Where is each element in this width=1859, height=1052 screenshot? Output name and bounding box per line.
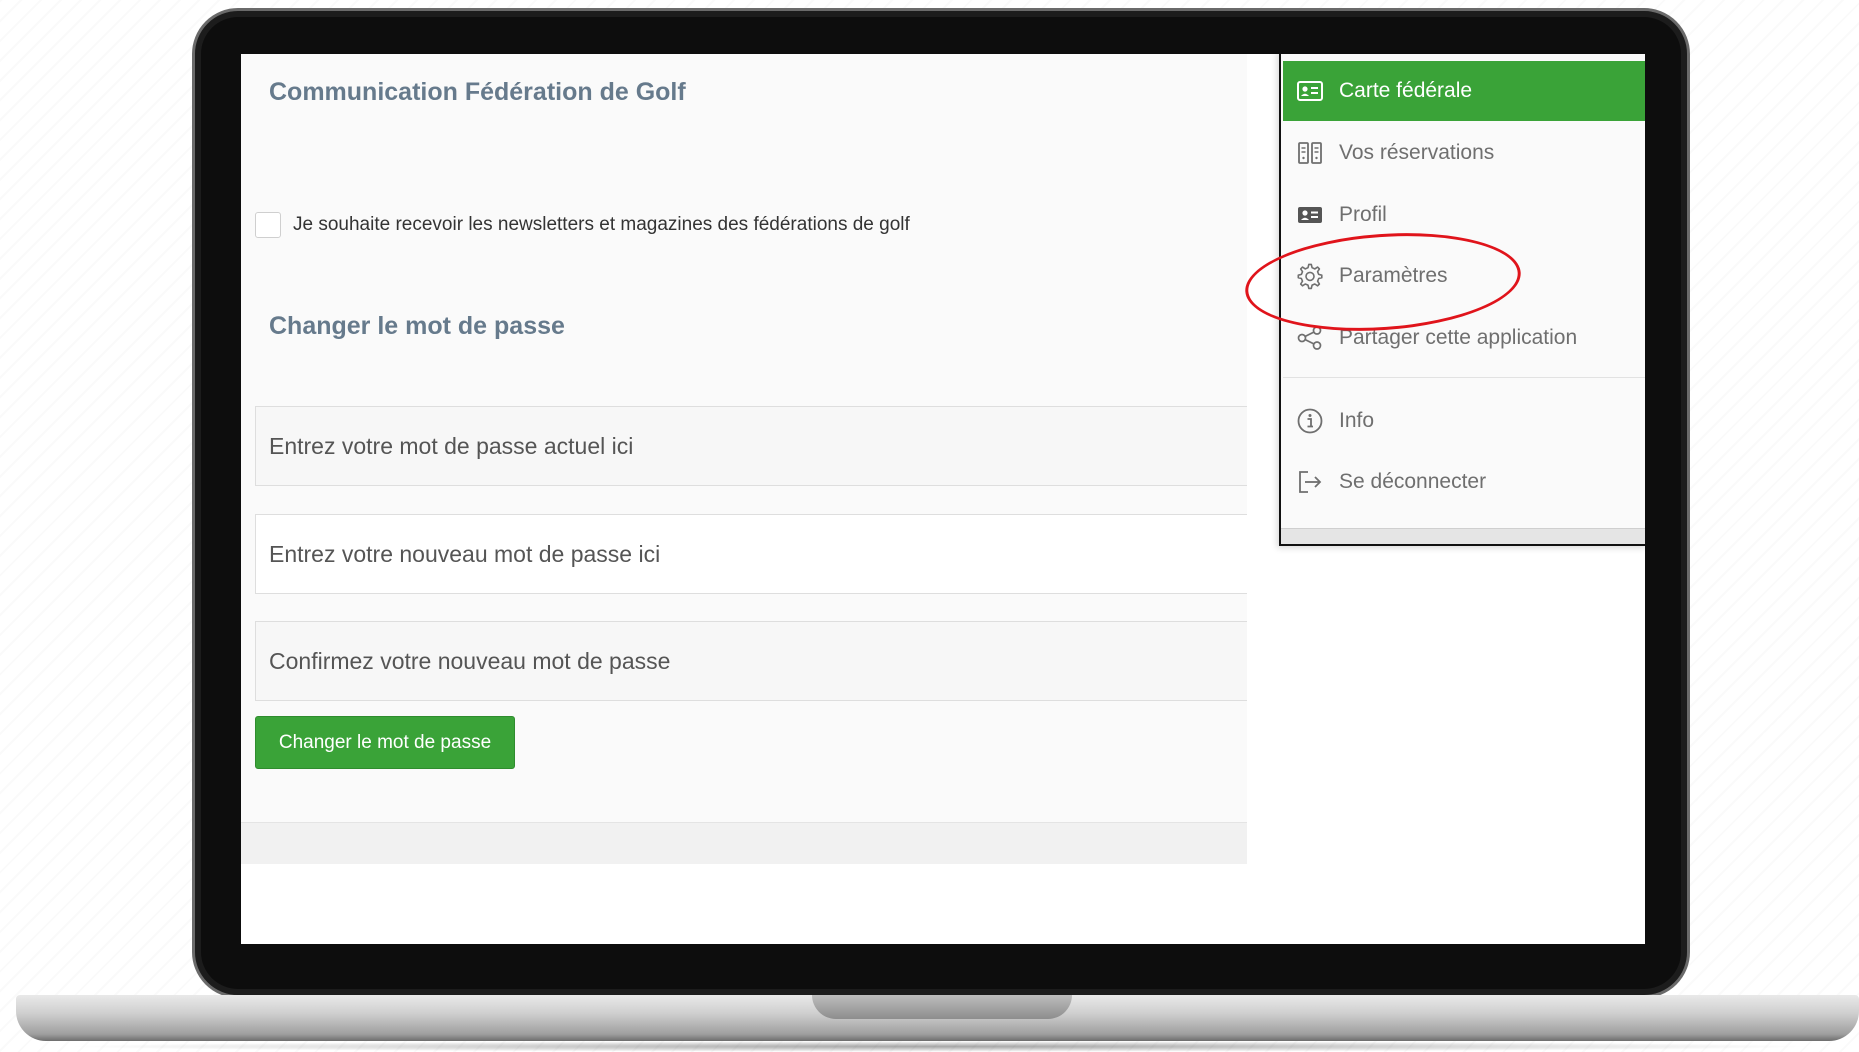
newsletter-label: Je souhaite recevoir les newsletters et … <box>293 214 910 235</box>
new-password-field <box>255 514 1247 594</box>
reservations-icon <box>1295 138 1325 168</box>
change-password-button[interactable]: Changer le mot de passe <box>255 716 515 769</box>
footer-strip <box>241 823 1247 864</box>
newsletter-checkbox[interactable] <box>255 212 281 238</box>
menu-item-se-deconnecter[interactable]: Se déconnecter <box>1283 452 1645 512</box>
menu-item-profil[interactable]: Profil <box>1283 185 1645 245</box>
menu-item-label: Info <box>1339 409 1375 432</box>
menu-item-vos-reservations[interactable]: Vos réservations <box>1283 123 1645 183</box>
profile-card-icon <box>1295 200 1325 230</box>
logout-icon <box>1295 467 1325 497</box>
menu-item-label: Se déconnecter <box>1339 470 1487 493</box>
menu-item-label: Carte fédérale <box>1339 79 1473 102</box>
laptop-shadow <box>60 1041 1820 1052</box>
communication-title: Communication Fédération de Golf <box>269 78 686 106</box>
menu-separator <box>1283 377 1645 378</box>
settings-page: Communication Fédération de Golf Je souh… <box>241 54 1247 864</box>
new-password-input[interactable] <box>269 540 1247 568</box>
info-icon <box>1295 406 1325 436</box>
password-title: Changer le mot de passe <box>269 312 565 340</box>
menu-item-label: Profil <box>1339 203 1387 226</box>
menu-item-carte-federale[interactable]: Carte fédérale <box>1283 61 1645 121</box>
id-card-icon <box>1295 76 1325 106</box>
confirm-password-field <box>255 621 1247 701</box>
current-password-input[interactable] <box>269 432 1247 460</box>
menu-bottom-bar <box>1281 528 1645 544</box>
laptop-base-notch <box>812 995 1072 1019</box>
menu-item-label: Vos réservations <box>1339 141 1495 164</box>
laptop-screen: Communication Fédération de Golf Je souh… <box>241 54 1645 944</box>
newsletter-option: Je souhaite recevoir les newsletters et … <box>255 212 910 238</box>
current-password-field <box>255 406 1247 486</box>
menu-item-info[interactable]: Info <box>1283 391 1645 451</box>
confirm-password-input[interactable] <box>269 647 1247 675</box>
